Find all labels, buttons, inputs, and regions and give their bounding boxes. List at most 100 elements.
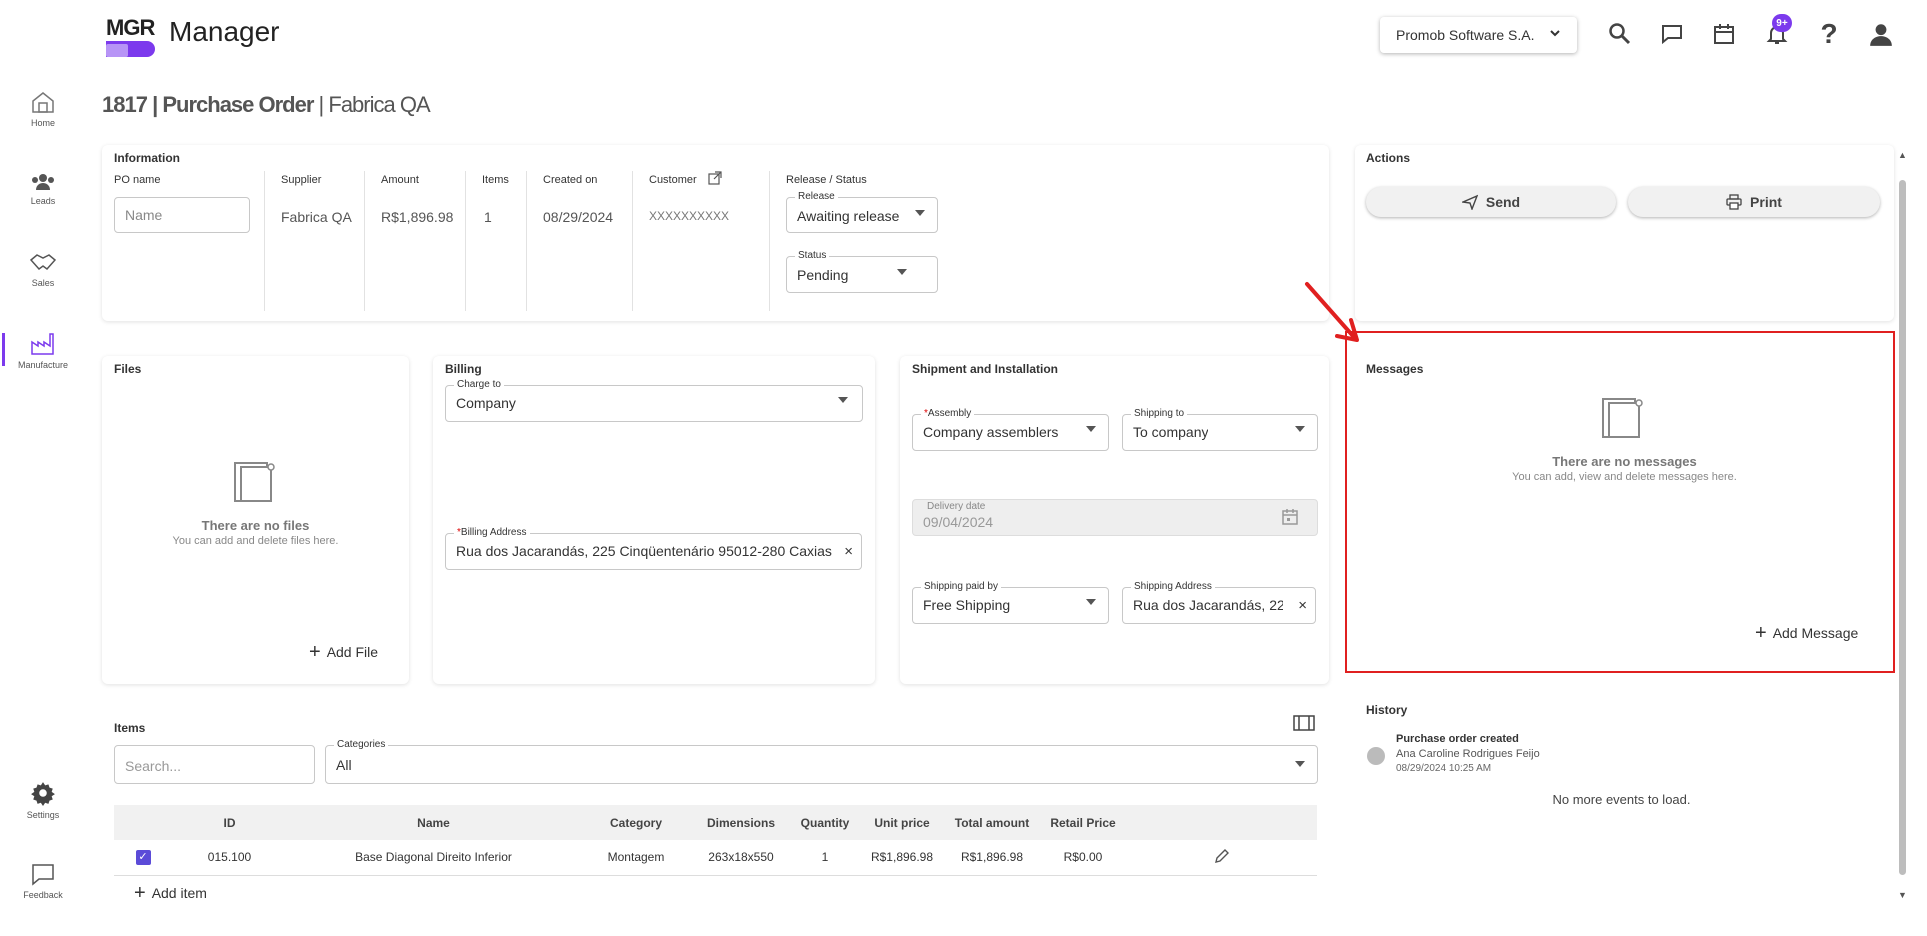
sidebar-item-home[interactable]: Home [0,90,86,128]
column-header-retail-price[interactable]: Retail Price [1040,805,1126,840]
print-label: Print [1750,194,1782,210]
assembly-select[interactable]: *Assembly Company assemblers [912,408,1109,451]
charge-to-select[interactable]: Charge to Company [445,379,863,422]
customer-label: Customer [649,174,697,186]
charge-to-value: Company [456,395,516,411]
company-select[interactable]: Promob Software S.A. [1380,17,1577,53]
billing-address-label: Billing Address [460,527,527,538]
app-title: Manager [169,16,280,47]
app-window: MGR Manager Promob Software S.A. 9+ ? Ho… [0,0,1927,936]
divider [364,171,365,311]
scroll-thumb[interactable] [1899,180,1906,875]
actions-card: Actions Send Print [1355,145,1894,321]
add-item-button[interactable]: + Add item [134,883,207,903]
scroll-up-icon[interactable]: ▲ [1898,150,1907,160]
page-title: 1817 | Purchase Order | Fabrica QA [102,92,431,117]
shipping-address-field[interactable]: Shipping Address Rua dos Jacarandás, 225… [1122,581,1316,624]
columns-icon[interactable] [1293,715,1315,731]
charge-to-label: Charge to [454,379,504,390]
logo-shape-light [106,44,128,57]
items-count-label: Items [482,174,509,186]
help-icon[interactable]: ? [1813,18,1845,50]
add-file-label: Add File [326,644,379,660]
sidebar-item-leads[interactable]: Leads [0,172,86,206]
divider [526,171,527,311]
assembly-value: Company assemblers [923,424,1059,440]
logo-text: MGR [106,15,155,40]
column-header-name[interactable]: Name [287,805,580,840]
column-header-id[interactable]: ID [172,805,287,840]
document-icon [234,462,275,502]
shipping-to-select[interactable]: Shipping to To company [1122,408,1318,451]
billing-card: Billing Charge to Company *Billing Addre… [433,356,875,684]
supplier-value: Fabrica QA [281,209,352,225]
search-icon[interactable] [1604,18,1636,50]
divider [632,171,633,311]
po-supplier: Fabrica QA [328,92,430,117]
history-no-more: No more events to load. [1552,792,1691,807]
cell-dimensions: 263x18x550 [692,840,790,876]
print-button[interactable]: Print [1628,187,1880,217]
user-avatar-icon[interactable] [1865,18,1897,50]
divider [465,171,466,311]
release-select[interactable]: Release Awaiting release [786,191,938,233]
po-name-input[interactable]: Name [114,197,250,233]
scroll-down-icon[interactable]: ▼ [1898,890,1907,900]
status-select[interactable]: Status Pending [786,250,938,293]
send-button[interactable]: Send [1366,187,1616,217]
billing-address-field[interactable]: *Billing Address Rua dos Jacarandás, 225… [445,527,862,570]
sidebar-item-manufacture[interactable]: Manufacture [0,332,86,370]
clear-icon[interactable]: × [844,543,853,560]
factory-icon [31,333,54,355]
chat-icon[interactable] [1656,18,1688,50]
row-checkbox[interactable]: ✓ [114,840,172,876]
history-event-title: Purchase order created [1396,733,1519,745]
column-header-unit-price[interactable]: Unit price [860,805,944,840]
caret-down-icon [838,397,848,403]
files-card: Files There are no files You can add and… [102,356,409,684]
printer-icon [1726,194,1742,210]
caret-down-icon [1086,426,1096,432]
po-name-label: PO name [114,174,161,186]
categories-select[interactable]: Categories All [325,739,1318,784]
app-logo[interactable]: MGR [106,15,155,58]
company-select-value: Promob Software S.A. [1396,27,1535,43]
history-card: History Purchase order created Ana Carol… [1355,693,1894,908]
table-row[interactable]: ✓ 015.100 Base Diagonal Direito Inferior… [114,840,1317,876]
cell-category: Montagem [580,840,692,876]
billing-title: Billing [445,362,482,376]
calendar-icon[interactable] [1708,18,1740,50]
sidebar-item-label: Home [30,118,55,128]
shipment-title: Shipment and Installation [912,362,1059,376]
actions-column [1126,805,1317,840]
column-header-category[interactable]: Category [580,805,692,840]
items-search-placeholder: Search... [125,758,182,774]
sidebar-item-settings[interactable]: Settings [0,780,86,820]
add-file-button[interactable]: + Add File [309,642,379,662]
clear-icon[interactable]: × [1298,597,1307,614]
caret-down-icon [1295,426,1305,432]
edit-button[interactable] [1126,840,1317,876]
files-empty-subtitle: You can add and delete files here. [172,535,339,547]
chevron-down-icon [1550,30,1560,37]
external-link-icon[interactable] [708,171,722,185]
categories-label: Categories [334,739,389,750]
shipping-to-label: Shipping to [1131,408,1188,419]
sidebar-item-sales[interactable]: Sales [0,252,86,288]
sidebar-item-label: Feedback [23,890,63,900]
actions-title: Actions [1366,151,1411,165]
shipping-paid-by-select[interactable]: Shipping paid by Free Shipping [912,581,1109,624]
items-table: ID Name Category Dimensions Quantity Uni… [114,805,1317,876]
column-header-total-amount[interactable]: Total amount [944,805,1040,840]
column-header-quantity[interactable]: Quantity [790,805,860,840]
created-label: Created on [543,174,598,186]
items-search-input[interactable]: Search... [114,745,315,784]
column-header-dimensions[interactable]: Dimensions [692,805,790,840]
cell-quantity: 1 [790,840,860,876]
annotation-arrow-icon [1305,282,1359,342]
sidebar-item-feedback[interactable]: Feedback [0,862,86,900]
status-value: Pending [797,267,849,283]
scrollbar[interactable]: ▲ ▼ [1897,150,1909,910]
cell-name: Base Diagonal Direito Inferior [287,840,580,876]
shipping-address-value: Rua dos Jacarandás, 225 Cinqüentenário [1133,597,1283,613]
